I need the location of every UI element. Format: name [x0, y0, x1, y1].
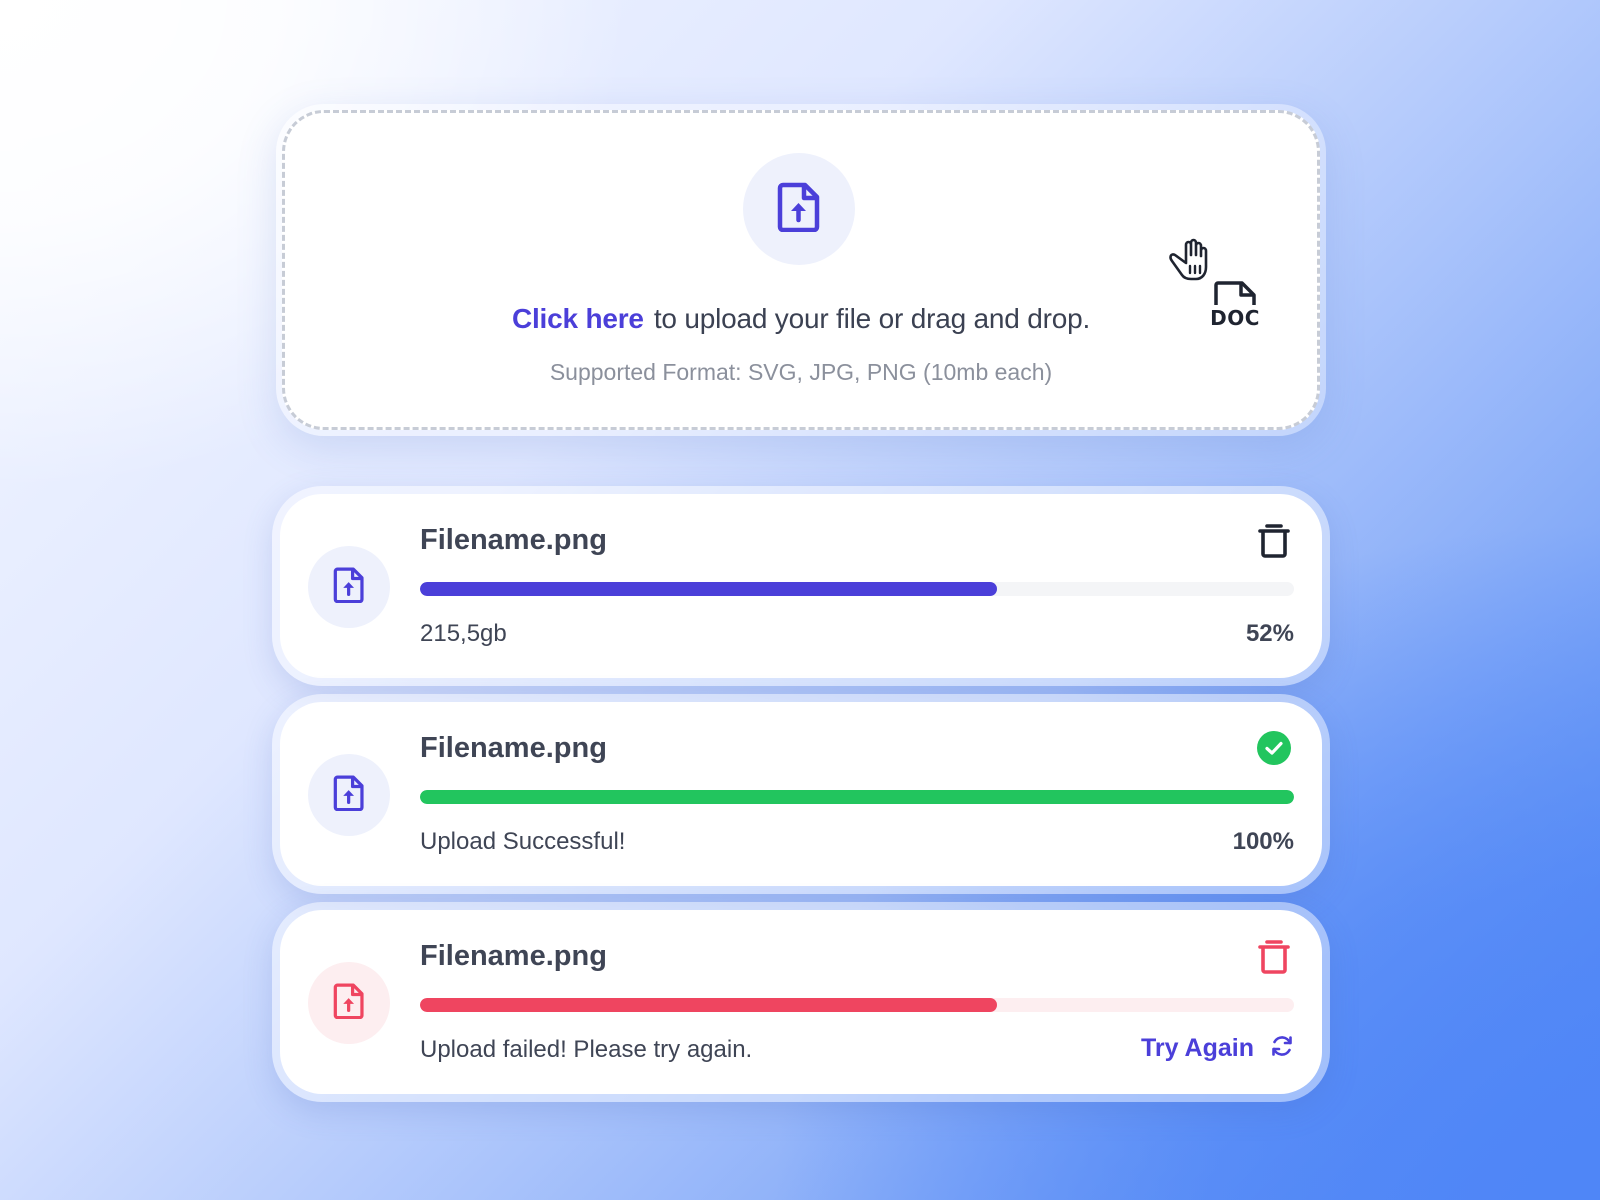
delete-button[interactable] — [1256, 938, 1292, 978]
progress-track — [420, 790, 1294, 804]
click-here-link[interactable]: Click here — [512, 303, 644, 334]
upload-status-text: Upload Successful! — [420, 828, 626, 855]
trash-icon — [1257, 521, 1291, 564]
dropzone-title: Click here to upload your file or drag an… — [285, 303, 1317, 335]
progress-fill — [420, 998, 997, 1012]
upload-error-text: Upload failed! Please try again. — [420, 1036, 753, 1063]
delete-button[interactable] — [1256, 522, 1292, 562]
progress-track — [420, 582, 1294, 596]
file-card-error: Filename.png Upload failed! Please try a… — [272, 902, 1330, 1102]
doc-file-label: DOC — [1210, 306, 1260, 330]
progress-percent: 52% — [1245, 620, 1294, 647]
file-icon-circle — [308, 962, 390, 1044]
hand-grab-icon — [1165, 233, 1211, 286]
file-card: Filename.png 215,5gb 52% — [280, 494, 1322, 678]
file-upload-icon — [333, 983, 365, 1024]
try-again-button[interactable]: Try Again — [1141, 1034, 1294, 1063]
success-status — [1256, 730, 1292, 770]
dragged-doc-file: DOC — [1205, 281, 1265, 328]
file-size: 215,5gb — [420, 620, 507, 647]
upload-icon-circle[interactable] — [743, 153, 855, 265]
file-card-uploading: Filename.png 215,5gb 52% — [272, 486, 1330, 686]
file-card-success: Filename.png Upload Successful! 100% — [272, 694, 1330, 894]
try-again-label: Try Again — [1141, 1034, 1254, 1062]
progress-fill — [420, 582, 997, 596]
trash-icon — [1257, 937, 1291, 980]
file-name: Filename.png — [420, 940, 607, 972]
file-name: Filename.png — [420, 524, 607, 556]
dropzone-title-text: to upload your file or drag and drop. — [653, 303, 1091, 334]
upload-dropzone-frame: Click here to upload your file or drag an… — [276, 104, 1326, 436]
file-icon-circle — [308, 754, 390, 836]
upload-dropzone[interactable]: Click here to upload your file or drag an… — [282, 110, 1320, 430]
file-upload-icon — [333, 775, 365, 816]
progress-percent: 100% — [1232, 828, 1294, 855]
file-upload-icon — [777, 182, 821, 237]
file-icon-circle — [308, 546, 390, 628]
check-circle-icon — [1256, 730, 1292, 771]
refresh-icon — [1270, 1034, 1294, 1063]
supported-format-text: Supported Format: SVG, JPG, PNG (10mb ea… — [549, 359, 1053, 385]
progress-track — [420, 998, 1294, 1012]
file-upload-icon — [333, 567, 365, 608]
file-card: Filename.png Upload Successful! 100% — [280, 702, 1322, 886]
progress-fill — [420, 790, 1294, 804]
file-card: Filename.png Upload failed! Please try a… — [280, 910, 1322, 1094]
file-name: Filename.png — [420, 732, 607, 764]
